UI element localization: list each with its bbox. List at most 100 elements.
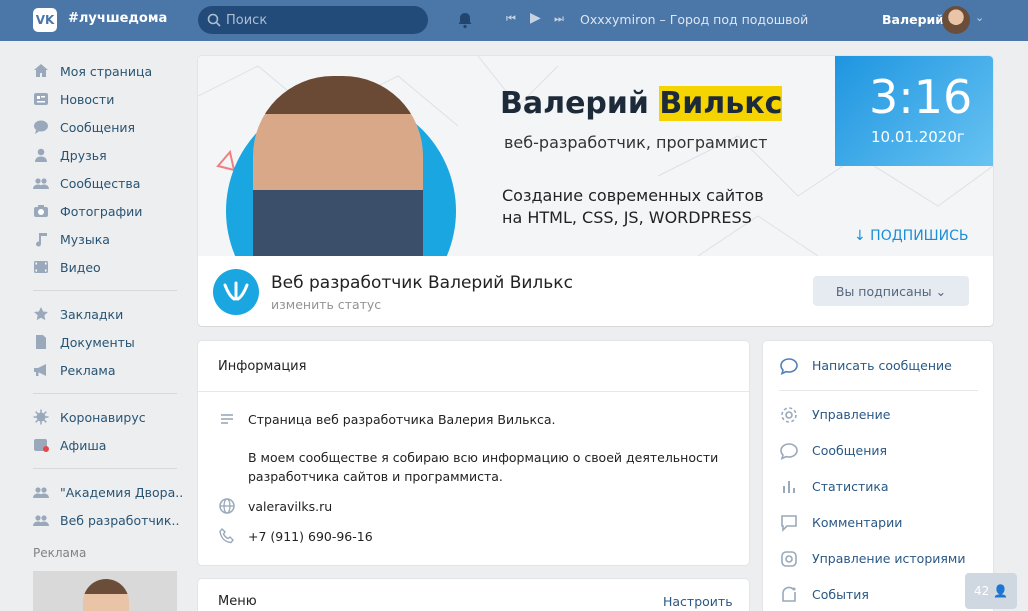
info-card: Информация Страница веб разработчика Вал… (198, 341, 749, 565)
chat-icon (780, 358, 798, 375)
prev-track-icon[interactable]: ⏮ (506, 12, 516, 26)
play-icon[interactable]: ▶ (530, 10, 541, 26)
phone-number[interactable]: +7 (911) 690-96-16 (248, 527, 373, 546)
afisha-icon (34, 439, 49, 452)
megaphone-icon (34, 364, 46, 376)
action-stories[interactable]: Управление историями (779, 547, 979, 569)
ad-section-label: Реклама (33, 546, 87, 560)
action-label: Управление (812, 407, 891, 422)
action-messages[interactable]: Сообщения (779, 439, 979, 461)
divider (198, 391, 749, 392)
cover-title-last: Вилькс (659, 86, 783, 121)
action-manage[interactable]: Управление (779, 403, 979, 425)
action-statistics[interactable]: Статистика (779, 475, 979, 497)
sidebar-item-academy-group[interactable]: "Академия Двора.. (33, 479, 183, 503)
sidebar-item-label: Закладки (60, 307, 124, 322)
cover-title-first: Валерий (500, 86, 660, 121)
document-icon (36, 335, 46, 349)
change-status-link[interactable]: изменить статус (271, 297, 381, 312)
user-name[interactable]: Валерий (882, 12, 944, 27)
sidebar-item-label: Веб разработчик.. (60, 513, 180, 528)
groups-icon (33, 178, 49, 189)
stats-icon (783, 481, 795, 493)
sidebar-item-label: Коронавирус (60, 410, 146, 425)
sidebar-item-music[interactable]: Музыка (33, 226, 183, 250)
sidebar-item-label: Видео (60, 260, 101, 275)
gear-icon (781, 407, 797, 423)
subscribed-button[interactable]: Вы подписаны ⌄ (813, 276, 969, 306)
sidebar-item-ads[interactable]: Реклама (33, 357, 183, 381)
sidebar-item-my-page[interactable]: Моя страница (33, 58, 183, 82)
sidebar-item-afisha[interactable]: Афиша (33, 432, 183, 456)
description-line: Страница веб разработчика Валерия Вилькс… (248, 412, 556, 427)
sidebar-item-video[interactable]: Видео (33, 254, 183, 278)
sidebar-item-label: Новости (60, 92, 115, 107)
bell-icon[interactable] (456, 11, 474, 29)
comment-icon (781, 515, 797, 532)
chevron-down-icon[interactable]: ⌄ (975, 11, 984, 24)
stories-icon (781, 551, 797, 567)
sidebar-divider (33, 393, 177, 394)
write-message-button[interactable]: Написать сообщение (779, 354, 979, 376)
page-title: Веб разработчик Валерий Вилькс (271, 273, 573, 293)
chat-icon (780, 443, 798, 460)
action-comments[interactable]: Комментарии (779, 511, 979, 533)
sidebar-item-label: Музыка (60, 232, 110, 247)
info-title: Информация (218, 359, 307, 374)
cover-title: Валерий Вилькс (500, 86, 783, 121)
avatar[interactable] (942, 6, 970, 34)
ad-photo (83, 579, 129, 611)
sidebar-item-groups[interactable]: Сообщества (33, 170, 183, 194)
next-track-icon[interactable]: ⏭ (554, 12, 564, 26)
search-input[interactable] (226, 11, 416, 29)
action-label: Управление историями (812, 551, 966, 566)
group-cover: Валерий Вилькс веб-разработчик, программ… (198, 56, 993, 256)
sidebar-item-coronavirus[interactable]: Коронавирус (33, 404, 183, 428)
description-line: В моем сообществе я собираю всю информац… (248, 450, 719, 465)
info-website: valeravilks.ru (218, 497, 518, 517)
action-label: Написать сообщение (812, 358, 952, 373)
sidebar-divider (33, 290, 177, 291)
group-avatar[interactable] (213, 269, 259, 315)
group-actions-card: Написать сообщение Управление Сообщения … (763, 341, 993, 611)
action-events[interactable]: События (779, 583, 979, 605)
phone-icon (219, 527, 234, 544)
vk-logo[interactable]: VK (33, 8, 57, 32)
sidebar-item-label: Документы (60, 335, 135, 350)
menu-title: Меню (218, 594, 257, 609)
news-icon (34, 93, 48, 105)
clock-date: 10.01.2020г (871, 128, 965, 146)
search-box[interactable] (198, 6, 428, 34)
menu-configure-link[interactable]: Настроить (663, 594, 733, 609)
cover-role: веб-разработчик, программист (504, 133, 768, 152)
text-lines-icon (221, 414, 233, 424)
sidebar-item-documents[interactable]: Документы (33, 329, 183, 353)
ad-image[interactable] (33, 571, 177, 611)
sidebar-item-messages[interactable]: Сообщения (33, 114, 183, 138)
friends-icon (35, 148, 47, 162)
top-bar: VK #лучшедома ⏮ ▶ ⏭ Oxxxymiron – Город п… (0, 0, 1028, 41)
events-icon (782, 586, 796, 602)
cover-tagline: Создание современных сайтов (502, 186, 764, 205)
divider (779, 390, 978, 391)
current-track[interactable]: Oxxxymiron – Город под подошвой (580, 12, 808, 27)
action-label: Сообщения (812, 443, 888, 458)
website-link[interactable]: valeravilks.ru (248, 497, 332, 516)
cover-tagline: на HTML, CSS, JS, WORDPRESS (502, 208, 752, 227)
globe-icon (219, 498, 235, 514)
info-phone: +7 (911) 690-96-16 (218, 527, 518, 547)
search-icon (207, 13, 221, 27)
subscribe-call: ↓ ПОДПИШИСЬ (854, 228, 969, 244)
sidebar-item-label: "Академия Двора.. (60, 485, 184, 500)
sidebar-item-photos[interactable]: Фотографии (33, 198, 183, 222)
hashtag-link[interactable]: #лучшедома (68, 11, 167, 26)
sidebar-item-friends[interactable]: Друзья (33, 142, 183, 166)
info-description: Страница веб разработчика Валерия Вилькс… (218, 410, 718, 490)
online-counter-badge[interactable]: 42 👤 (965, 573, 1017, 609)
group-header-card: Валерий Вилькс веб-разработчик, программ… (198, 56, 993, 326)
group-icon (33, 487, 49, 498)
sidebar-item-bookmarks[interactable]: Закладки (33, 301, 183, 325)
sidebar-item-news[interactable]: Новости (33, 86, 183, 110)
menu-card: Меню Настроить (198, 579, 749, 611)
sidebar-item-web-developer[interactable]: Веб разработчик.. (33, 507, 183, 531)
